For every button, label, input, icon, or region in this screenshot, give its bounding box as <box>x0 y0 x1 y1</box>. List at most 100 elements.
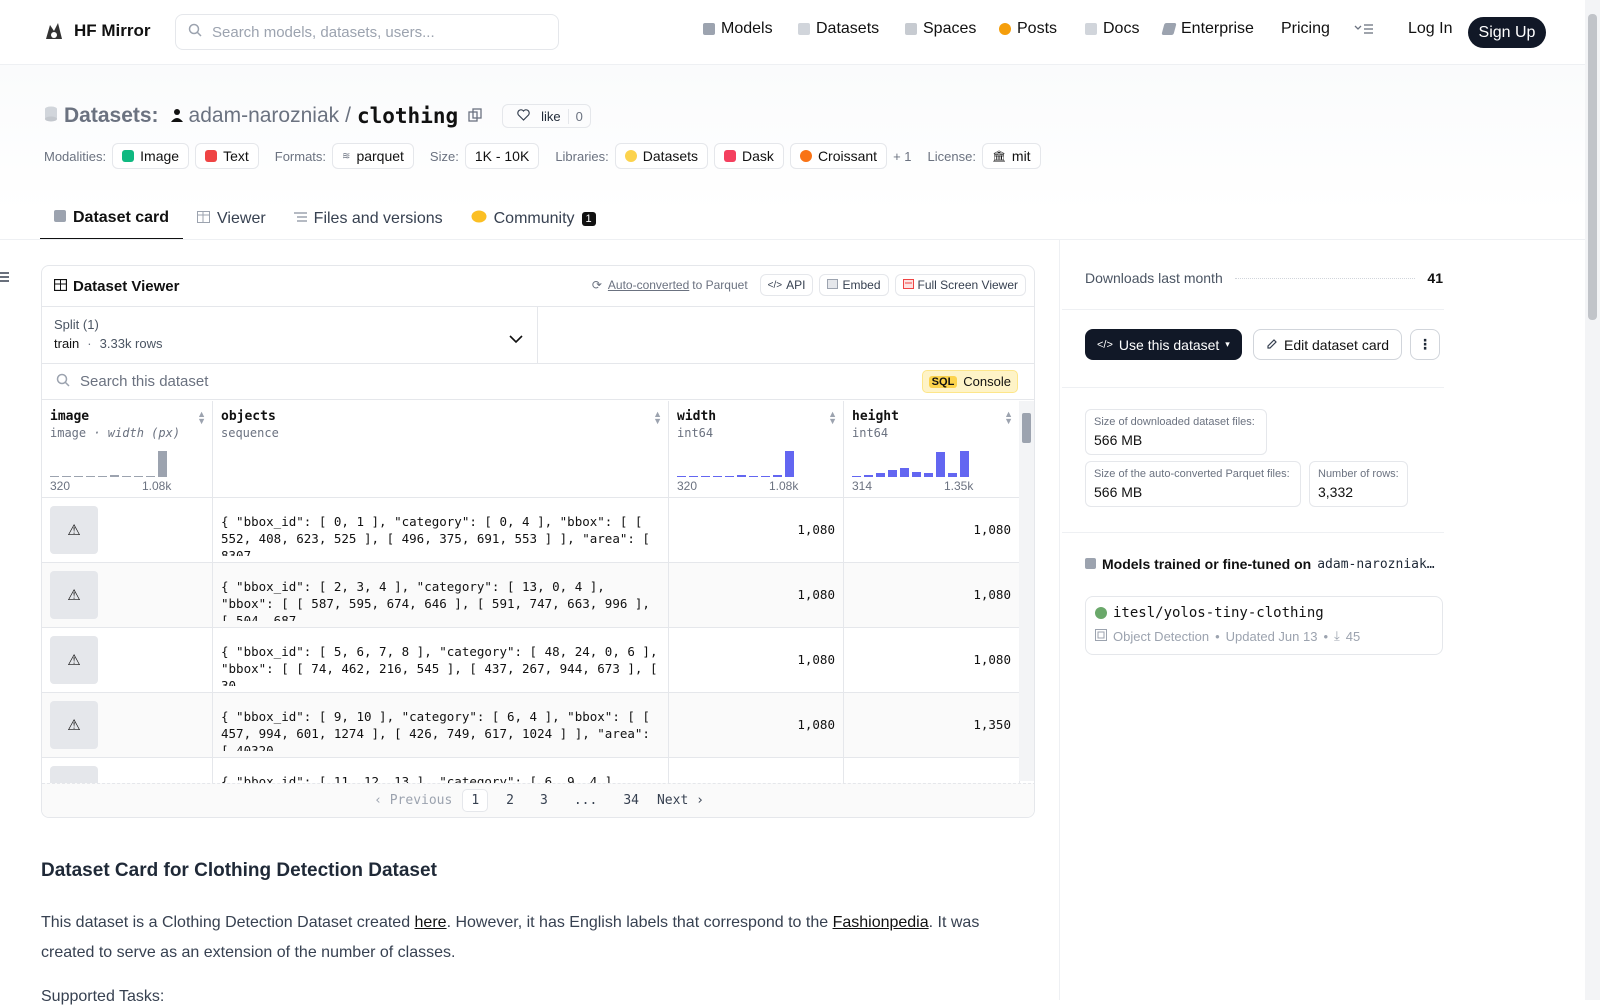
fashionpedia-link[interactable]: Fashionpedia <box>833 914 929 931</box>
nav-models[interactable]: Models <box>703 20 773 38</box>
sort-icon[interactable]: ▲ ▼ <box>197 410 206 426</box>
model-card[interactable]: itesl/yolos-tiny-clothing Object Detecti… <box>1085 596 1443 655</box>
cell-objects[interactable]: { "bbox_id": [ 11, 12, 13 ], "category":… <box>213 758 669 784</box>
page-button-1[interactable]: 1 <box>462 789 489 812</box>
cell-image[interactable] <box>42 758 213 784</box>
cell-image[interactable]: ⚠ <box>42 628 213 693</box>
edit-dataset-card-button[interactable]: Edit dataset card <box>1253 329 1403 360</box>
cell-height[interactable]: 1,080 <box>844 498 1020 563</box>
cell-height[interactable]: 1,350 <box>844 693 1020 758</box>
cell-objects[interactable]: { "bbox_id": [ 0, 1 ], "category": [ 0, … <box>213 498 669 563</box>
nav-posts-label: Posts <box>1017 20 1058 37</box>
tag-size[interactable]: 1K - 10K <box>464 143 540 169</box>
toc-toggle-icon[interactable] <box>0 270 9 286</box>
global-search-input[interactable]: Search models, datasets, users... <box>175 14 559 50</box>
image-broken-warning-icon: ⚠ <box>50 506 98 554</box>
cell-width[interactable] <box>669 758 844 784</box>
dataset-search-input[interactable]: Search this dataset SQL Console <box>42 364 1034 400</box>
nav-spaces[interactable]: Spaces <box>905 20 976 38</box>
page-button-2[interactable]: 2 <box>498 790 522 811</box>
cell-width[interactable]: 1,080 <box>669 628 844 693</box>
libraries-more[interactable]: + 1 <box>893 149 911 164</box>
tab-dataset-card[interactable]: Dataset card <box>40 198 184 240</box>
auto-converted-link[interactable]: Auto-converted <box>608 278 689 292</box>
api-button[interactable]: </> API <box>759 274 814 296</box>
cell-objects[interactable]: { "bbox_id": [ 2, 3, 4 ], "category": [ … <box>213 563 669 628</box>
sort-icon[interactable]: ▲ ▼ <box>828 410 837 426</box>
like-button[interactable]: like 0 <box>502 104 591 128</box>
repo-owner-link[interactable]: adam-narozniak <box>189 104 340 128</box>
table-row[interactable]: ⚠ { "bbox_id": [ 5, 6, 7, 8 ], "category… <box>42 628 1020 693</box>
nav-docs[interactable]: Docs <box>1085 20 1139 38</box>
fullscreen-viewer-button[interactable]: Full Screen Viewer <box>894 274 1026 296</box>
downloaded-size-stat: Size of downloaded dataset files: 566 MB <box>1085 409 1267 455</box>
tab-viewer[interactable]: Viewer <box>183 198 280 240</box>
page-scrollbar[interactable] <box>1585 0 1600 1000</box>
column-header-objects[interactable]: objects sequence ▲ ▼ <box>213 401 669 498</box>
tag-modality-image[interactable]: Image <box>112 143 190 169</box>
column-header-image[interactable]: image image · width (px) 320 1.08k ▲ ▼ <box>42 401 213 498</box>
cell-height[interactable]: 1,080 <box>844 628 1020 693</box>
cell-image[interactable]: ⚠ <box>42 563 213 628</box>
cell-height[interactable] <box>844 758 1020 784</box>
table-scrollbar[interactable] <box>1019 401 1034 781</box>
table-row[interactable]: ⚠ { "bbox_id": [ 9, 10 ], "category": [ … <box>42 693 1020 758</box>
nav-pricing[interactable]: Pricing <box>1281 20 1330 38</box>
tag-library-croissant[interactable]: Croissant <box>789 143 888 169</box>
page-button-last[interactable]: 34 <box>615 790 647 811</box>
login-label: Log In <box>1408 20 1453 37</box>
cell-objects[interactable]: { "bbox_id": [ 5, 6, 7, 8 ], "category":… <box>213 628 669 693</box>
nav-more-menu[interactable] <box>1354 22 1374 40</box>
search-placeholder: Search models, datasets, users... <box>212 23 435 41</box>
cell-height[interactable]: 1,080 <box>844 563 1020 628</box>
sort-icon[interactable]: ▲ ▼ <box>653 410 662 426</box>
cell-width[interactable]: 1,080 <box>669 498 844 563</box>
nav-enterprise[interactable]: Enterprise <box>1161 20 1254 38</box>
page-scrollbar-thumb[interactable] <box>1588 14 1597 320</box>
here-link[interactable]: here <box>415 914 447 931</box>
use-this-dataset-button[interactable]: </> Use this dataset ▾ <box>1085 329 1242 360</box>
divider <box>1062 532 1444 533</box>
community-count-badge: 1 <box>581 212 596 226</box>
cell-width[interactable]: 1,080 <box>669 563 844 628</box>
hist-bar <box>134 476 143 477</box>
sort-icon[interactable]: ▲ ▼ <box>1004 410 1013 426</box>
nav-posts[interactable]: Posts <box>999 20 1057 38</box>
hist-bar <box>689 476 698 477</box>
more-options-icon[interactable]: ⋮ <box>1410 329 1440 360</box>
column-header-width[interactable]: width int64 320 1.08k ▲ ▼ <box>669 401 844 498</box>
hist-bar <box>900 468 909 477</box>
table-row[interactable]: ⚠ { "bbox_id": [ 2, 3, 4 ], "category": … <box>42 563 1020 628</box>
tag-format-parquet[interactable]: ≋ parquet <box>332 143 414 169</box>
cell-image[interactable]: ⚠ <box>42 693 213 758</box>
tab-files[interactable]: Files and versions <box>280 198 457 240</box>
home-logo[interactable]: HF Mirror <box>42 19 151 43</box>
cell-width[interactable]: 1,080 <box>669 693 844 758</box>
next-page-button[interactable]: Next › <box>657 793 704 808</box>
hist-bar <box>713 476 722 477</box>
table-row[interactable]: { "bbox_id": [ 11, 12, 13 ], "category":… <box>42 758 1020 784</box>
signup-button[interactable]: Sign Up <box>1468 17 1546 48</box>
nav-datasets[interactable]: Datasets <box>798 20 879 38</box>
tag-library-datasets[interactable]: Datasets <box>614 143 709 169</box>
tag-library-dask[interactable]: Dask <box>714 143 784 169</box>
page-button-3[interactable]: 3 <box>532 790 556 811</box>
sql-console-button[interactable]: SQL Console <box>921 370 1018 393</box>
split-selector[interactable]: Split (1) train · 3.33k rows <box>42 307 538 363</box>
tag-license[interactable]: 🏛 mit <box>981 143 1041 169</box>
repo-tabs: Dataset card Viewer Files and versions C… <box>40 198 610 240</box>
tag-modality-text[interactable]: Text <box>195 143 259 169</box>
prev-page-button[interactable]: ‹ Previous <box>374 793 452 808</box>
column-header-height[interactable]: height int64 314 1.35k ▲ ▼ <box>844 401 1020 498</box>
login-link[interactable]: Log In <box>1408 20 1452 38</box>
hist-bar <box>146 476 155 477</box>
scrollbar-thumb[interactable] <box>1022 413 1031 443</box>
repo-name-link[interactable]: clothing <box>357 104 458 128</box>
tab-community[interactable]: Community 1 <box>457 198 610 240</box>
embed-button[interactable]: Embed <box>819 274 889 296</box>
copy-icon[interactable] <box>468 104 482 128</box>
table-row[interactable]: ⚠ { "bbox_id": [ 0, 1 ], "category": [ 0… <box>42 498 1020 563</box>
cell-objects[interactable]: { "bbox_id": [ 9, 10 ], "category": [ 6,… <box>213 693 669 758</box>
hist-bar <box>888 470 897 477</box>
cell-image[interactable]: ⚠ <box>42 498 213 563</box>
